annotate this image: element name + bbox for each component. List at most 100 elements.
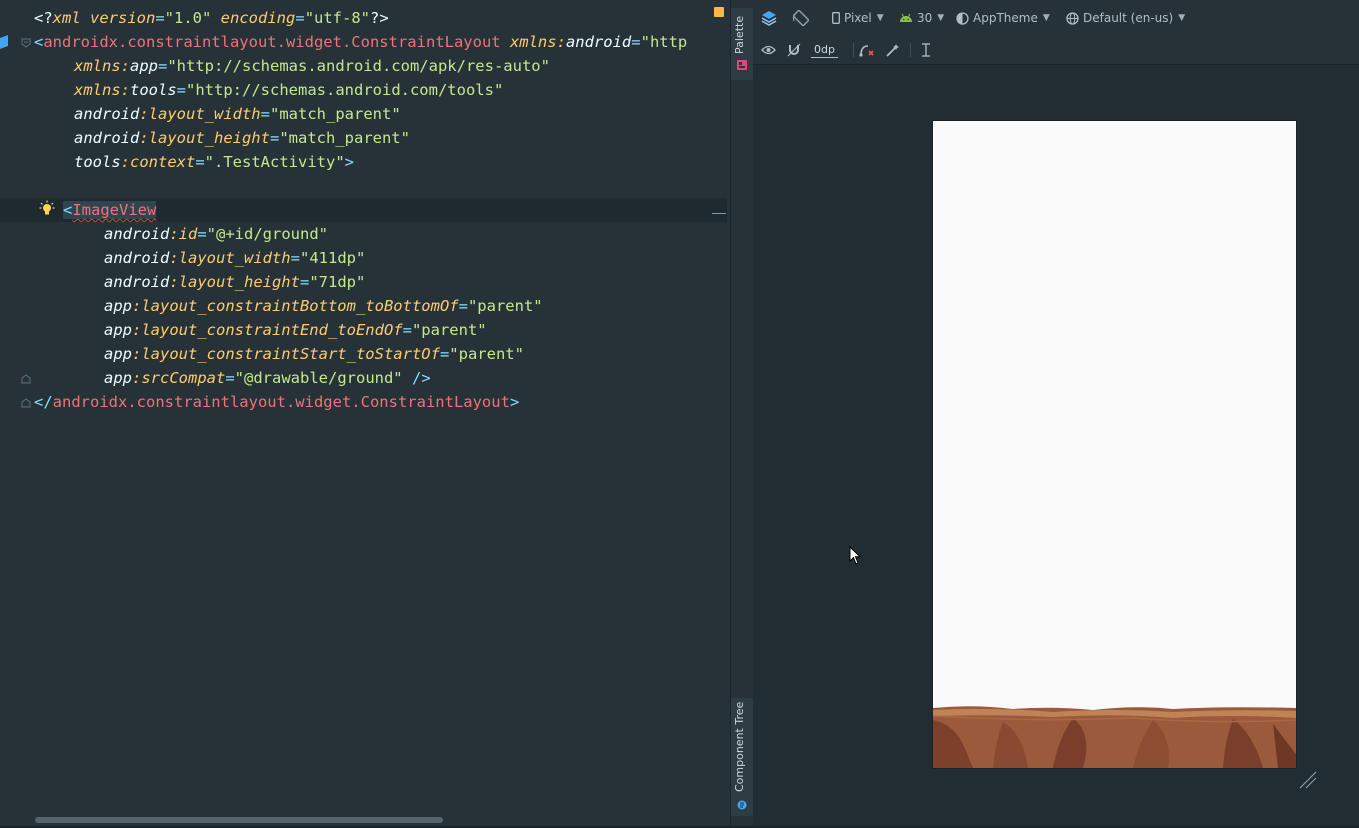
token: = (402, 321, 412, 339)
code-line-2[interactable]: <androidx.constraintlayout.widget.Constr… (34, 30, 687, 54)
token: :layout_constraintBottom_toBottomOf (132, 297, 459, 315)
rotate-icon (792, 9, 810, 27)
token: = (197, 225, 207, 243)
code-line-9-current[interactable]: <ImageView (0, 198, 727, 222)
token: < (63, 201, 73, 219)
warning-marker-icon[interactable] (714, 7, 724, 17)
layers-icon (761, 11, 777, 26)
code-line-1[interactable]: <?xml version="1.0" encoding="utf-8"?> (34, 6, 389, 30)
token: :layout_width (139, 105, 261, 123)
code-line-17[interactable]: </androidx.constraintlayout.widget.Const… (34, 390, 519, 414)
guideline-icon (922, 43, 930, 57)
code-line-16[interactable]: app:srcCompat="@drawable/ground" /> (104, 366, 431, 390)
magnet-icon (787, 43, 801, 57)
token: app (104, 369, 132, 387)
resize-handle-icon[interactable] (1298, 770, 1318, 790)
token: xmlns: (74, 81, 130, 99)
token: = (260, 105, 270, 123)
toolbar-separator (853, 43, 854, 57)
chevron-down-icon: ▼ (1042, 13, 1050, 23)
device-label: Pixel (844, 11, 872, 25)
code-line-4[interactable]: xmlns:tools="http://schemas.android.com/… (74, 78, 503, 102)
token: encoding (211, 9, 296, 27)
token: = (155, 9, 165, 27)
token: "utf-8" (304, 9, 371, 27)
token: = (290, 249, 300, 267)
token: android (104, 273, 170, 291)
theme-icon (956, 11, 969, 25)
token: "parent" (467, 297, 543, 315)
design-surface[interactable]: Pixel ▼ 30 ▼ AppTheme ▼ Default (en-us) ▼ (753, 0, 1359, 828)
infer-constraints-button[interactable] (886, 36, 900, 64)
code-line-3[interactable]: xmlns:app="http://schemas.android.com/ap… (74, 54, 550, 78)
horizontal-scrollbar[interactable] (35, 817, 443, 823)
token: = (158, 57, 168, 75)
lightbulb-icon[interactable] (39, 200, 55, 216)
token: ImageView (72, 201, 157, 219)
default-margin-selector[interactable]: 0dp (811, 36, 838, 64)
mouse-cursor-icon (849, 546, 861, 565)
token: tools (74, 153, 121, 171)
autoconnect-toggle[interactable] (787, 36, 801, 64)
palette-tab-label: Palette (733, 15, 746, 54)
token: :id (169, 225, 198, 243)
token: = (295, 9, 305, 27)
token: "http://schemas.android.com/tools" (186, 81, 504, 99)
fold-icon[interactable] (20, 37, 32, 49)
token: ".TestActivity" (204, 153, 345, 171)
code-line-12[interactable]: android:layout_height="71dp" (104, 270, 365, 294)
component-tree-tab[interactable]: Component Tree (731, 698, 753, 816)
globe-icon (1066, 11, 1079, 25)
token: = (195, 153, 205, 171)
api-level-label: 30 (917, 11, 933, 25)
api-level-selector[interactable]: 30 ▼ (899, 0, 944, 36)
token: :layout_constraintStart_toStartOf (132, 345, 440, 363)
token: xmlns: (74, 57, 130, 75)
code-line-15[interactable]: app:layout_constraintStart_toStartOf="pa… (104, 342, 524, 366)
palette-icon (737, 60, 747, 70)
token: xmlns: (500, 33, 566, 51)
token: </ (34, 393, 53, 411)
token: = (176, 81, 187, 99)
token: = (225, 369, 235, 387)
infer-constraints-icon (886, 44, 899, 57)
code-line-14[interactable]: app:layout_constraintEnd_toEndOf="parent… (104, 318, 487, 342)
token: "parent" (411, 321, 487, 339)
toolbar-separator (910, 43, 911, 57)
ground-image[interactable] (933, 704, 1296, 768)
fold-icon[interactable] (20, 397, 32, 409)
clear-constraints-icon (859, 45, 874, 57)
code-line-10[interactable]: android:id="@+id/ground" (104, 222, 328, 246)
code-line-5[interactable]: android:layout_width="match_parent" (74, 102, 401, 126)
device-selector[interactable]: Pixel ▼ (832, 0, 884, 36)
token: :layout_height (139, 129, 270, 147)
code-line-6[interactable]: android:layout_height="match_parent" (74, 126, 410, 150)
fold-icon[interactable] (20, 373, 32, 385)
guidelines-button[interactable] (920, 36, 932, 64)
layers-button[interactable] (761, 0, 777, 36)
palette-tab[interactable]: Palette (731, 8, 753, 80)
theme-selector[interactable]: AppTheme ▼ (956, 0, 1050, 36)
token: tools (130, 81, 177, 99)
token: android (104, 249, 170, 267)
breakpoint-icon[interactable] (0, 35, 8, 49)
code-line-11[interactable]: android:layout_width="411dp" (104, 246, 365, 270)
locale-selector[interactable]: Default (en-us) ▼ (1066, 0, 1185, 36)
token: android (104, 225, 170, 243)
code-line-7[interactable]: tools:context=".TestActivity"> (74, 150, 354, 174)
theme-label: AppTheme (973, 11, 1038, 25)
device-preview[interactable] (933, 121, 1296, 768)
token: android (565, 33, 632, 51)
token: > (509, 393, 520, 411)
code-line-13[interactable]: app:layout_constraintBottom_toBottomOf="… (104, 294, 543, 318)
token: :layout_constraintEnd_toEndOf (132, 321, 403, 339)
token: "@drawable/ground" (234, 369, 403, 387)
view-options-button[interactable] (761, 36, 776, 64)
token: :layout_height (169, 273, 300, 291)
orientation-button[interactable] (792, 0, 810, 36)
token: "411dp" (300, 249, 366, 267)
code-editor[interactable]: <?xml version="1.0" encoding="utf-8"?> <… (0, 0, 730, 828)
token: app (104, 345, 132, 363)
clear-constraints-button[interactable] (859, 36, 875, 64)
token: <? (34, 9, 53, 27)
